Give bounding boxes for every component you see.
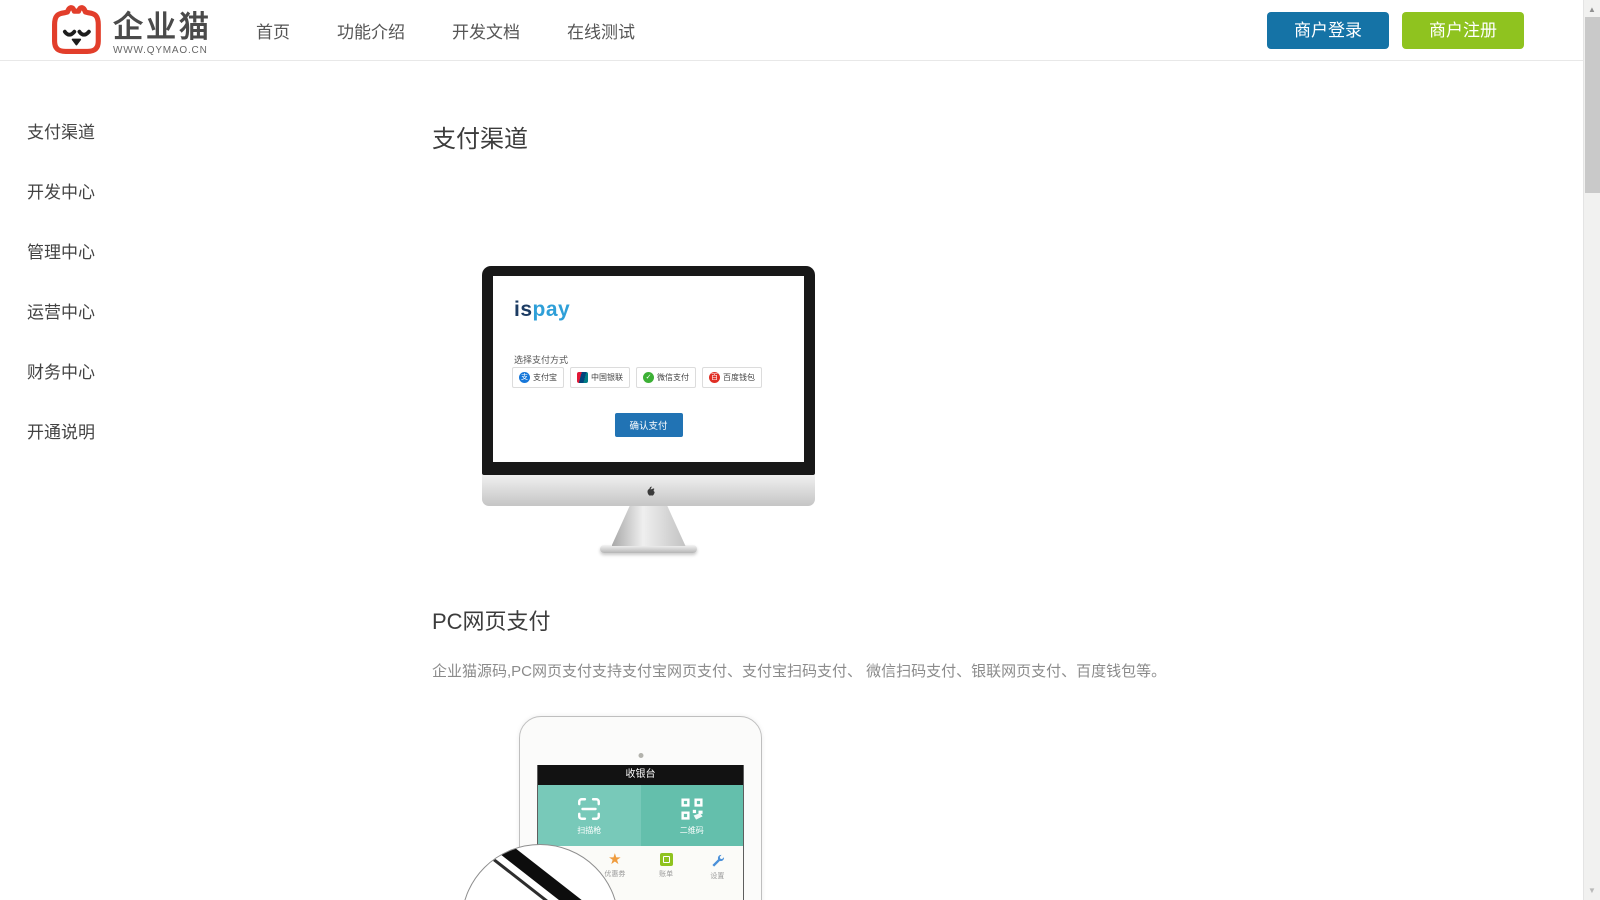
alipay-icon: 支 bbox=[519, 372, 530, 383]
ispay-checkout-screen: ispay 选择支付方式 支 支付宝 中国银联 ✓ bbox=[493, 276, 804, 462]
payment-method-wechat[interactable]: ✓ 微信支付 bbox=[636, 367, 696, 388]
nav-item-features[interactable]: 功能介绍 bbox=[337, 18, 405, 43]
confirm-payment-button[interactable]: 确认支付 bbox=[614, 413, 682, 437]
sidebar-item-payment-channels[interactable]: 支付渠道 bbox=[27, 118, 95, 136]
brand-name: 企业猫 bbox=[113, 11, 212, 44]
sidebar: 支付渠道 开发中心 管理中心 运营中心 财务中心 开通说明 bbox=[27, 118, 95, 478]
imac-stand bbox=[612, 506, 686, 546]
nav-item-home[interactable]: 首页 bbox=[256, 18, 290, 43]
settings-tool[interactable]: 设置 bbox=[692, 853, 743, 900]
brand-url: WWW.QYMAO.CN bbox=[113, 45, 212, 56]
coupon-star-icon: ★ bbox=[608, 853, 621, 866]
tablet-camera-dot bbox=[638, 753, 643, 758]
cashier-title-bar: 收银台 bbox=[538, 765, 743, 785]
unionpay-icon bbox=[577, 372, 588, 383]
page: 企业猫 WWW.QYMAO.CN 首页 功能介绍 开发文档 在线测试 商户登录 … bbox=[0, 0, 1600, 900]
cat-logo-icon bbox=[46, 2, 106, 58]
scan-gun-panel[interactable]: 扫描枪 bbox=[538, 785, 641, 846]
qrcode-icon bbox=[679, 796, 705, 822]
section-title-pc-web-pay: PC网页支付 bbox=[432, 604, 551, 636]
sidebar-item-dev-center[interactable]: 开发中心 bbox=[27, 178, 95, 196]
bill-tool[interactable]: 账单 bbox=[641, 853, 692, 900]
wechat-pay-icon: ✓ bbox=[643, 372, 654, 383]
payment-method-unionpay[interactable]: 中国银联 bbox=[570, 367, 630, 388]
header: 企业猫 WWW.QYMAO.CN 首页 功能介绍 开发文档 在线测试 商户登录 … bbox=[0, 0, 1600, 61]
imac-chin bbox=[482, 475, 815, 506]
payment-method-alipay[interactable]: 支 支付宝 bbox=[512, 367, 564, 388]
section-description: 企业猫源码,PC网页支付支持支付宝网页支付、支付宝扫码支付、 微信扫码支付、银联… bbox=[432, 660, 1212, 681]
payment-method-list: 支 支付宝 中国银联 ✓ 微信支付 百 百度钱 bbox=[512, 367, 762, 388]
nav-item-docs[interactable]: 开发文档 bbox=[452, 18, 520, 43]
ispay-logo: ispay bbox=[514, 298, 570, 322]
choose-payment-label: 选择支付方式 bbox=[514, 353, 568, 366]
merchant-register-button[interactable]: 商户注册 bbox=[1402, 12, 1524, 49]
sidebar-item-finance-center[interactable]: 财务中心 bbox=[27, 358, 95, 376]
apple-logo-icon bbox=[642, 483, 655, 498]
imac-illustration: ispay 选择支付方式 支 支付宝 中国银联 ✓ bbox=[482, 266, 815, 553]
wrench-icon bbox=[710, 853, 725, 868]
scrollbar-thumb[interactable] bbox=[1585, 17, 1600, 193]
imac-base bbox=[600, 545, 697, 553]
brand-logo[interactable]: 企业猫 WWW.QYMAO.CN bbox=[46, 2, 212, 58]
sidebar-item-operation-center[interactable]: 运营中心 bbox=[27, 298, 95, 316]
baidu-wallet-icon: 百 bbox=[709, 372, 720, 383]
main-nav: 首页 功能介绍 开发文档 在线测试 bbox=[256, 0, 635, 61]
sidebar-item-admin-center[interactable]: 管理中心 bbox=[27, 238, 95, 256]
sidebar-item-activation-guide[interactable]: 开通说明 bbox=[27, 418, 95, 436]
qrcode-panel[interactable]: 二维码 bbox=[641, 785, 744, 846]
brand-text: 企业猫 WWW.QYMAO.CN bbox=[113, 2, 212, 58]
scrollbar-down-icon[interactable]: ▼ bbox=[1584, 886, 1600, 895]
cashier-panels: 扫描枪 二维码 bbox=[538, 785, 743, 846]
nav-item-online-test[interactable]: 在线测试 bbox=[567, 18, 635, 43]
imac-screen-bezel: ispay 选择支付方式 支 支付宝 中国银联 ✓ bbox=[482, 266, 815, 475]
scrollbar-up-icon[interactable]: ▲ bbox=[1584, 5, 1600, 14]
bill-icon bbox=[660, 853, 673, 866]
scan-frame-icon bbox=[576, 796, 602, 822]
merchant-login-button[interactable]: 商户登录 bbox=[1267, 12, 1389, 49]
main-content: 支付渠道 ispay 选择支付方式 支 支付宝 bbox=[432, 0, 1532, 900]
tablet-illustration: 收银台 扫描枪 bbox=[519, 716, 762, 900]
payment-method-baidu-wallet[interactable]: 百 百度钱包 bbox=[702, 367, 762, 388]
vertical-scrollbar[interactable]: ▲ ▼ bbox=[1583, 0, 1600, 900]
header-buttons: 商户登录 商户注册 bbox=[1267, 12, 1524, 49]
page-title: 支付渠道 bbox=[432, 119, 528, 154]
